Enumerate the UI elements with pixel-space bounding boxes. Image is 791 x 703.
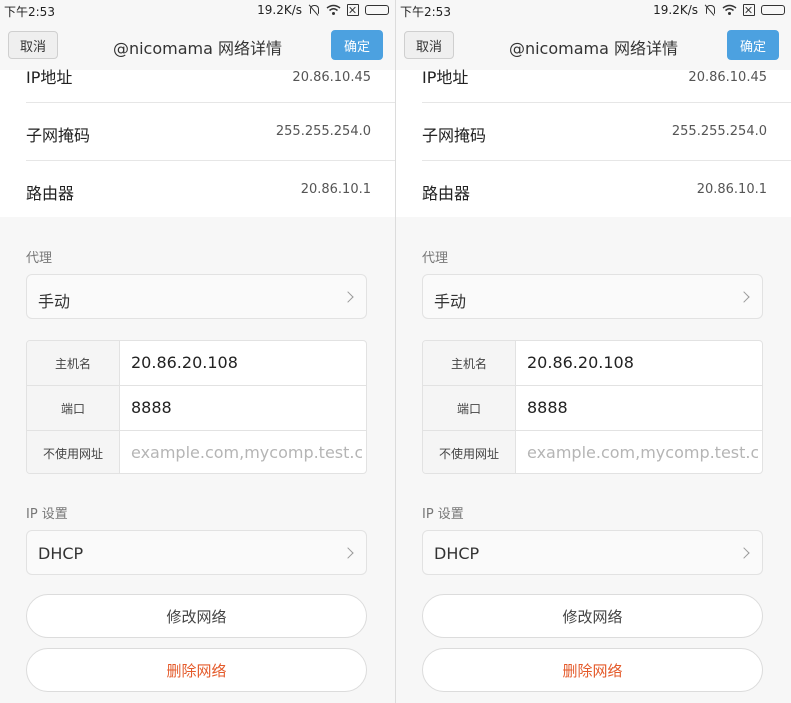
proxy-port-row: 端口 8888: [27, 386, 366, 430]
router-value: 20.86.10.1: [696, 182, 767, 197]
info-row-router: 路由器 20.86.10.1: [26, 180, 371, 204]
chevron-right-icon: [738, 547, 750, 559]
chevron-right-icon: [342, 547, 354, 559]
proxy-bypass-input[interactable]: example.com,mycomp.test.c...: [527, 431, 758, 473]
cancel-button[interactable]: 取消: [8, 31, 58, 59]
network-info-list: IP地址 20.86.10.45 子网掩码 255.255.254.0 路由器 …: [0, 68, 395, 217]
ip-value: 20.86.10.45: [688, 70, 767, 85]
status-bar: 下午2:53 19.2K/s: [396, 0, 791, 20]
proxy-bypass-row: 不使用网址 example.com,mycomp.test.c...: [27, 431, 366, 473]
delete-network-button[interactable]: 删除网络: [26, 648, 367, 692]
ip-settings-section-label: IP 设置: [422, 507, 464, 522]
mask-value: 255.255.254.0: [275, 124, 371, 139]
modify-network-button[interactable]: 修改网络: [26, 594, 367, 638]
page-title: @nicomama 网络详情: [508, 39, 679, 58]
proxy-bypass-label: 不使用网址: [27, 431, 120, 473]
status-time: 下午2:53: [400, 5, 451, 19]
proxy-host-label: 主机名: [423, 341, 516, 385]
cancel-button[interactable]: 取消: [404, 31, 454, 59]
proxy-fields: 主机名 20.86.20.108 端口 8888 不使用网址 example.c…: [422, 340, 763, 474]
chevron-right-icon: [342, 291, 354, 303]
battery-icon: [761, 5, 785, 15]
no-sim-icon: [347, 4, 359, 16]
mask-value: 255.255.254.0: [671, 124, 767, 139]
confirm-button[interactable]: 确定: [331, 30, 383, 60]
network-speed: 19.2K/s: [653, 3, 698, 17]
proxy-mode-value: 手动: [434, 292, 467, 311]
ip-label: IP地址: [26, 68, 73, 87]
proxy-host-row: 主机名 20.86.20.108: [423, 341, 762, 385]
wifi-icon: [326, 4, 341, 15]
proxy-section-label: 代理: [422, 251, 449, 266]
info-row-ip: IP地址 20.86.10.45: [422, 64, 767, 96]
panel-right: 下午2:53 19.2K/s 取消 @nicomama 网络详情 确定 IP地址…: [396, 0, 791, 703]
info-row-router: 路由器 20.86.10.1: [422, 180, 767, 204]
status-icons: 19.2K/s: [257, 3, 389, 17]
ip-value: 20.86.10.45: [292, 70, 371, 85]
proxy-port-input[interactable]: 8888: [527, 386, 758, 430]
divider: [26, 160, 395, 161]
divider: [422, 160, 791, 161]
info-row-mask: 子网掩码 255.255.254.0: [26, 122, 371, 146]
mask-label: 子网掩码: [26, 126, 91, 145]
ip-label: IP地址: [422, 68, 469, 87]
no-sim-icon: [743, 4, 755, 16]
divider: [422, 102, 791, 103]
battery-icon: [365, 5, 389, 15]
router-value: 20.86.10.1: [300, 182, 371, 197]
confirm-button[interactable]: 确定: [727, 30, 779, 60]
delete-network-button[interactable]: 删除网络: [422, 648, 763, 692]
title-bar: 取消 @nicomama 网络详情 确定: [396, 20, 791, 70]
router-label: 路由器: [26, 184, 75, 203]
mute-icon: [704, 4, 716, 16]
router-label: 路由器: [422, 184, 471, 203]
divider: [26, 102, 395, 103]
proxy-host-input[interactable]: 20.86.20.108: [131, 341, 362, 385]
ip-settings-select[interactable]: DHCP: [26, 530, 367, 575]
chevron-right-icon: [738, 291, 750, 303]
proxy-port-row: 端口 8888: [423, 386, 762, 430]
proxy-host-row: 主机名 20.86.20.108: [27, 341, 366, 385]
screen: 下午2:53 19.2K/s 取消 @nicomama 网络详情 确定 IP地址…: [0, 0, 791, 703]
proxy-port-input[interactable]: 8888: [131, 386, 362, 430]
status-time: 下午2:53: [4, 5, 55, 19]
ip-settings-section-label: IP 设置: [26, 507, 68, 522]
proxy-host-label: 主机名: [27, 341, 120, 385]
proxy-mode-select[interactable]: 手动: [422, 274, 763, 319]
ip-settings-value: DHCP: [434, 544, 480, 563]
ip-settings-select[interactable]: DHCP: [422, 530, 763, 575]
mute-icon: [308, 4, 320, 16]
proxy-bypass-row: 不使用网址 example.com,mycomp.test.c...: [423, 431, 762, 473]
proxy-fields: 主机名 20.86.20.108 端口 8888 不使用网址 example.c…: [26, 340, 367, 474]
info-row-ip: IP地址 20.86.10.45: [26, 64, 371, 96]
network-speed: 19.2K/s: [257, 3, 302, 17]
info-row-mask: 子网掩码 255.255.254.0: [422, 122, 767, 146]
proxy-section-label: 代理: [26, 251, 53, 266]
proxy-port-label: 端口: [423, 386, 516, 430]
proxy-mode-select[interactable]: 手动: [26, 274, 367, 319]
proxy-port-label: 端口: [27, 386, 120, 430]
network-info-list: IP地址 20.86.10.45 子网掩码 255.255.254.0 路由器 …: [396, 68, 791, 217]
page-title: @nicomama 网络详情: [112, 39, 283, 58]
proxy-mode-value: 手动: [38, 292, 71, 311]
title-bar: 取消 @nicomama 网络详情 确定: [0, 20, 395, 70]
ip-settings-value: DHCP: [38, 544, 84, 563]
panel-left: 下午2:53 19.2K/s 取消 @nicomama 网络详情 确定 IP地址…: [0, 0, 395, 703]
modify-network-button[interactable]: 修改网络: [422, 594, 763, 638]
wifi-icon: [722, 4, 737, 15]
proxy-host-input[interactable]: 20.86.20.108: [527, 341, 758, 385]
mask-label: 子网掩码: [422, 126, 487, 145]
proxy-bypass-input[interactable]: example.com,mycomp.test.c...: [131, 431, 362, 473]
status-icons: 19.2K/s: [653, 3, 785, 17]
proxy-bypass-label: 不使用网址: [423, 431, 516, 473]
status-bar: 下午2:53 19.2K/s: [0, 0, 395, 20]
